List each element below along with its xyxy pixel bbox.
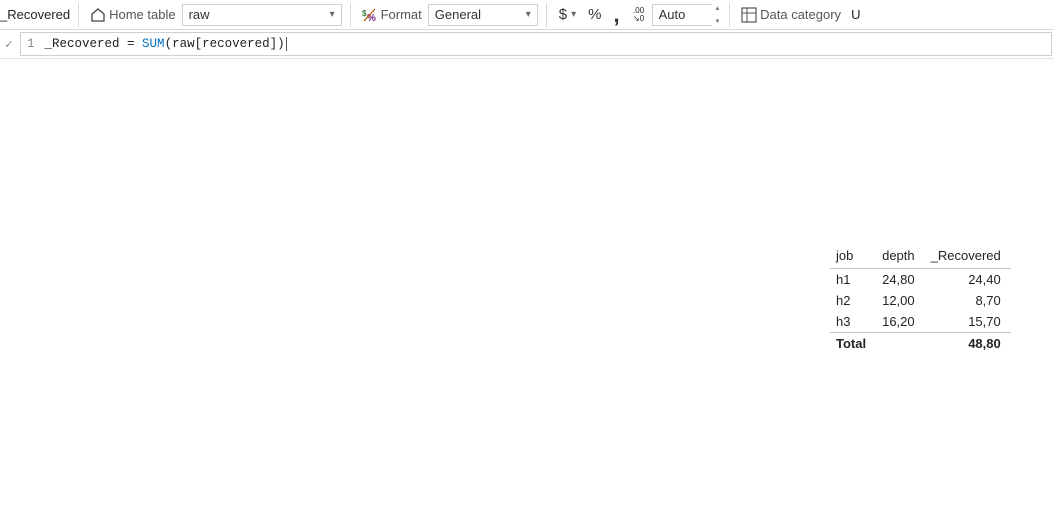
separator [350,3,351,27]
cell-job: h2 [830,290,876,311]
col-header-depth[interactable]: depth [876,244,925,269]
thousands-button[interactable]: , [607,2,625,28]
spinner-down-icon[interactable]: ▾ [714,18,722,25]
text-caret [286,37,287,51]
chevron-down-icon: ▾ [526,9,531,20]
home-table-label: Home table [109,7,175,22]
table-row[interactable]: h2 12,00 8,70 [830,290,1011,311]
separator [729,3,730,27]
table-row[interactable]: h3 16,20 15,70 [830,311,1011,333]
decimals-select[interactable]: Auto [652,4,712,26]
svg-text:%: % [367,13,376,24]
format-icon: $ % [359,4,381,26]
formula-open-paren: ( [165,37,173,51]
home-table-select[interactable]: raw ▾ [182,4,342,26]
report-canvas[interactable]: job depth _Recovered h1 24,80 24,40 h2 1… [0,59,1054,512]
formula-function: SUM [142,37,165,51]
decimal-digits-icon[interactable]: .00 ↘0 [626,4,652,26]
percent-button[interactable]: % [582,6,607,23]
formula-measure-name: _Recovered [45,37,120,51]
data-category-label: Data category [760,7,841,22]
cell-value: 24,40 [925,269,1011,291]
measure-name-field[interactable]: _Recovered [0,7,70,22]
formula-bar-row: ✓ 1 _Recovered = SUM ( raw[recovered] ) [0,30,1054,59]
decimals-value: Auto [659,7,686,22]
table-visual[interactable]: job depth _Recovered h1 24,80 24,40 h2 1… [830,244,1011,354]
formula-bar[interactable]: 1 _Recovered = SUM ( raw[recovered] ) [20,32,1052,56]
cell-depth: 24,80 [876,269,925,291]
formula-args: raw[recovered] [172,37,277,51]
cell-job: h1 [830,269,876,291]
total-value: 48,80 [925,333,1011,355]
chevron-down-icon[interactable]: ▾ [571,9,582,20]
separator [546,3,547,27]
formula-expand-icon[interactable]: ✓ [0,38,18,51]
cell-value: 8,70 [925,290,1011,311]
cell-depth: 12,00 [876,290,925,311]
decimals-spinner[interactable]: ▴ ▾ [714,5,722,25]
col-header-job[interactable]: job [830,244,876,269]
format-label: Format [381,7,422,22]
ribbon-toolbar: _Recovered Home table raw ▾ $ % Format G… [0,0,1054,30]
table-row[interactable]: h1 24,80 24,40 [830,269,1011,291]
formula-line-number: 1 [27,37,35,51]
separator [78,3,79,27]
format-value: General [435,7,481,22]
cell-depth: 16,20 [876,311,925,333]
data-category-icon [738,4,760,26]
home-table-value: raw [189,7,210,22]
chevron-down-icon: ▾ [330,9,335,20]
table-header-row: job depth _Recovered [830,244,1011,269]
total-depth [876,333,925,355]
currency-button[interactable]: $ [555,6,571,23]
format-select[interactable]: General ▾ [428,4,538,26]
home-table-icon [87,4,109,26]
table-total-row: Total 48,80 [830,333,1011,355]
cell-job: h3 [830,311,876,333]
truncated-text: U [851,7,860,22]
formula-close-paren: ) [277,37,285,51]
cell-value: 15,70 [925,311,1011,333]
total-label: Total [830,333,876,355]
formula-equals: = [120,37,143,51]
spinner-up-icon[interactable]: ▴ [714,5,722,12]
col-header-recovered[interactable]: _Recovered [925,244,1011,269]
